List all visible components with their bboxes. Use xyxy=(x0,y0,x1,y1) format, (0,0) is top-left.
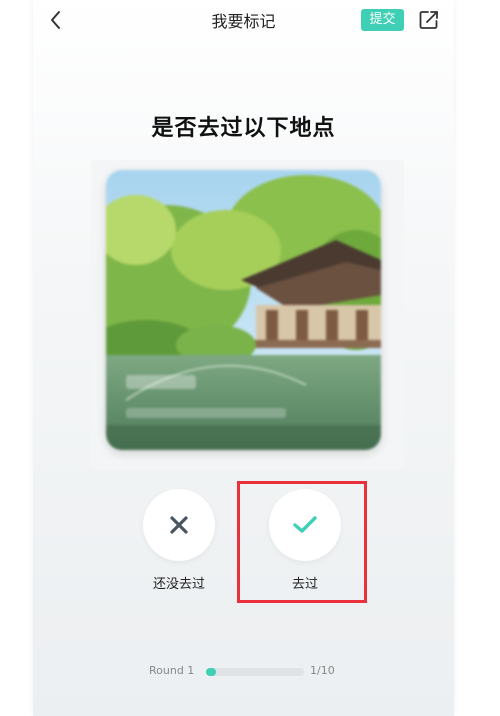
not-been-label: 还没去过 xyxy=(152,577,205,592)
round-progress: Round 1 1/10 xyxy=(149,662,349,682)
header: 我要标记 提交 xyxy=(33,0,454,42)
not-been-button[interactable] xyxy=(143,489,215,561)
highlight-box xyxy=(237,481,367,603)
share-button[interactable] xyxy=(417,8,441,32)
share-icon xyxy=(419,11,438,29)
app-screen: 我要标记 提交 是否去过以下地点 还没去过 去过 Round 1 1/10 xyxy=(33,0,454,716)
submit-button[interactable]: 提交 xyxy=(361,9,404,31)
progress-count: 1/10 xyxy=(310,664,335,677)
question-heading: 是否去过以下地点 xyxy=(151,116,336,141)
round-label: Round 1 xyxy=(149,664,195,677)
location-card[interactable] xyxy=(106,170,381,450)
location-photo xyxy=(106,170,381,450)
progress-track xyxy=(206,668,304,676)
close-icon xyxy=(170,516,188,534)
progress-fill xyxy=(206,668,216,676)
